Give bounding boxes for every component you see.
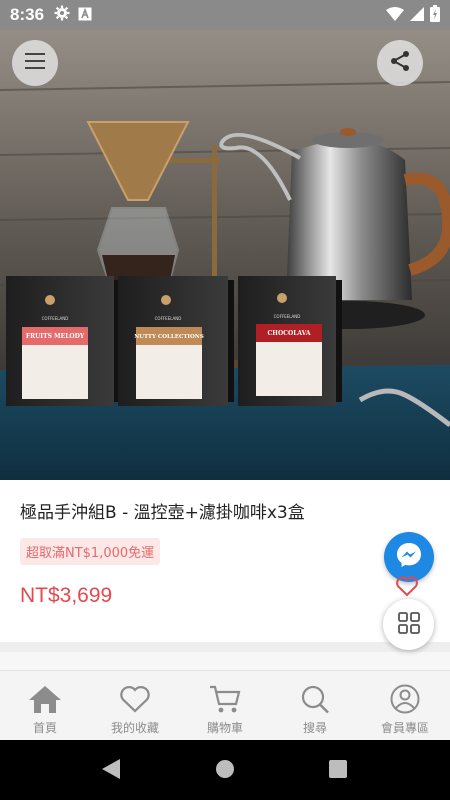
- content-below: [0, 652, 450, 670]
- product-price: NT$3,699: [20, 584, 113, 607]
- svg-text:COFFEELAND: COFFEELAND: [155, 316, 182, 321]
- svg-text:COFFEELAND: COFFEELAND: [42, 316, 69, 321]
- product-info: 極品手沖組B - 溫控壺+濾掛咖啡x3盒 超取滿NT$1,000免運 NT$3,…: [0, 480, 450, 642]
- android-nav-bar: [0, 740, 450, 800]
- nav-item-member[interactable]: 會員專區: [360, 671, 450, 740]
- back-icon[interactable]: [101, 758, 121, 784]
- share-icon: [388, 49, 412, 77]
- heart-icon: [118, 683, 152, 715]
- home-circle-icon[interactable]: [215, 758, 235, 784]
- signal-icon: [410, 6, 424, 25]
- nav-item-search[interactable]: 搜尋: [270, 671, 360, 740]
- bottom-nav: 首頁 我的收藏 購物車 搜尋 會員專區: [0, 670, 450, 740]
- product-title: 極品手沖組B - 溫控壺+濾掛咖啡x3盒: [20, 503, 305, 523]
- recents-icon[interactable]: [328, 758, 348, 784]
- product-hero-image[interactable]: COFFEELAND FRUITS MELODY COFFEELAND NUTT…: [0, 30, 450, 480]
- search-icon: [298, 683, 332, 715]
- status-time: 8:36: [10, 5, 45, 24]
- svg-text:FRUITS MELODY: FRUITS MELODY: [26, 333, 85, 340]
- user-icon: [388, 683, 422, 715]
- wifi-icon: [386, 6, 404, 25]
- favorite-heart-icon[interactable]: [395, 575, 419, 597]
- promo-badge: 超取滿NT$1,000免運: [20, 538, 161, 565]
- menu-button[interactable]: [12, 40, 58, 86]
- nav-label-member: 會員專區: [380, 721, 429, 735]
- svg-text:CHOCOLAVA: CHOCOLAVA: [268, 330, 311, 337]
- svg-text:NUTTY COLLECTIONS: NUTTY COLLECTIONS: [134, 334, 204, 340]
- svg-text:COFFEELAND: COFFEELAND: [274, 314, 301, 319]
- nav-label-cart: 購物車: [206, 721, 243, 735]
- section-divider: [0, 642, 450, 652]
- nav-item-favorites[interactable]: 我的收藏: [90, 671, 180, 740]
- share-button[interactable]: [377, 40, 423, 86]
- nav-label-favorites: 我的收藏: [110, 721, 159, 735]
- cart-icon: [208, 683, 242, 715]
- battery-icon: [430, 4, 440, 26]
- gear-icon: [54, 5, 70, 25]
- nav-label-home: 首頁: [32, 721, 57, 735]
- nav-item-cart[interactable]: 購物車: [180, 671, 270, 740]
- nav-label-search: 搜尋: [302, 721, 327, 735]
- messenger-icon: [395, 541, 423, 573]
- status-bar: 8:36: [0, 0, 450, 30]
- a-box-icon: [78, 6, 92, 25]
- nav-item-home[interactable]: 首頁: [0, 671, 90, 740]
- category-grid-button[interactable]: [383, 599, 434, 650]
- hamburger-icon: [24, 52, 46, 74]
- grid-icon: [397, 611, 420, 638]
- home-icon: [28, 683, 62, 715]
